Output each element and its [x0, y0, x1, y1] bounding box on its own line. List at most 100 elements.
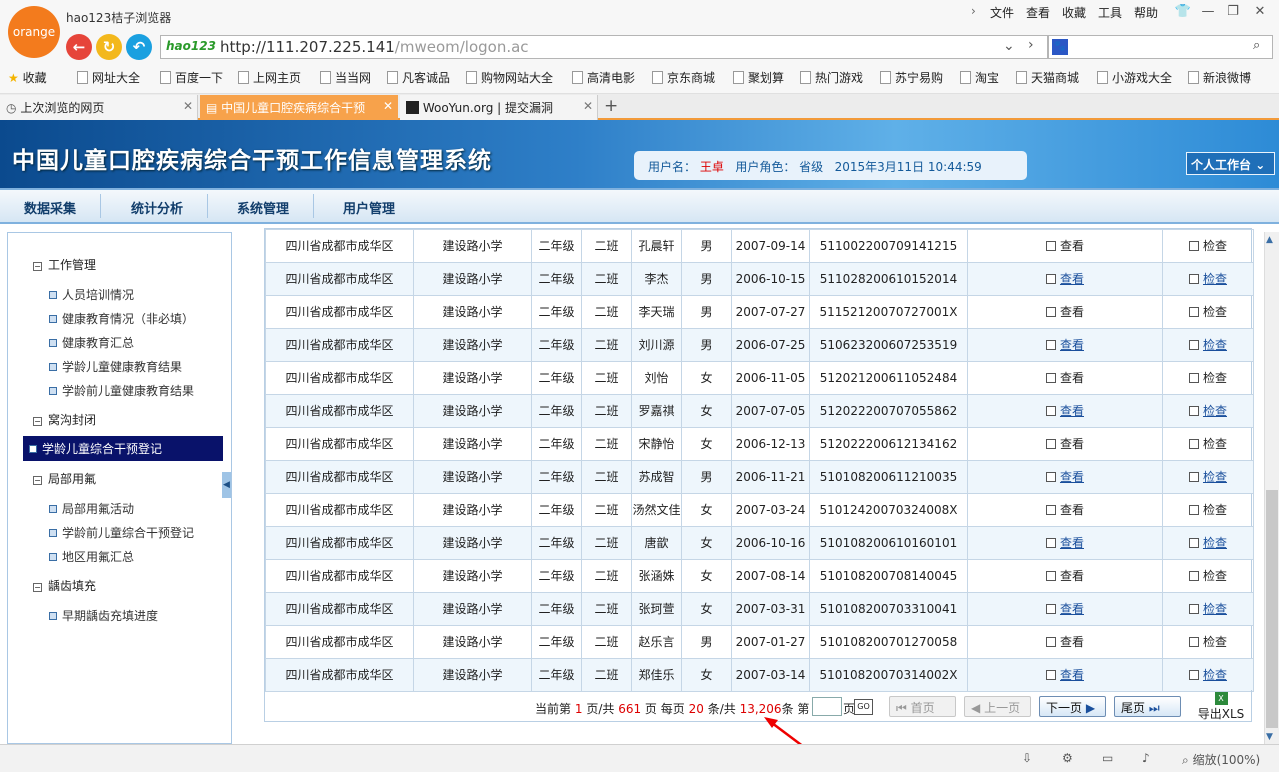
fav-item[interactable]: 网址大全 [77, 69, 140, 86]
sidebar-item[interactable]: 学龄前儿童健康教育结果 [49, 382, 194, 399]
skin-icon[interactable]: 👕 [1171, 4, 1195, 19]
refresh-icon[interactable]: ↻ [96, 34, 122, 60]
menu-arrow-icon[interactable]: › [971, 4, 976, 18]
home-icon[interactable]: ↶ [126, 34, 152, 60]
tab-close-icon[interactable]: ✕ [583, 99, 593, 113]
check-link[interactable]: 检查 [1162, 361, 1254, 395]
check-link[interactable]: 检查 [1162, 526, 1254, 560]
view-link[interactable]: 查看 [967, 625, 1163, 659]
check-link[interactable]: 检查 [1162, 559, 1254, 593]
restore-icon[interactable]: ❐ [1221, 4, 1245, 19]
view-link[interactable]: 查看 [967, 394, 1163, 428]
close-window-icon[interactable]: ✕ [1248, 4, 1272, 19]
view-link[interactable]: 查看 [967, 493, 1163, 527]
check-link[interactable]: 检查 [1162, 328, 1254, 362]
menu-view[interactable]: 查看 [1026, 4, 1050, 21]
window-icon[interactable]: ▭ [1102, 751, 1113, 765]
view-link[interactable]: 查看 [967, 229, 1163, 263]
sidebar-group-fluoride[interactable]: − 局部用氟 [33, 470, 96, 487]
check-link[interactable]: 检查 [1162, 262, 1254, 296]
sidebar-item[interactable]: 早期龋齿充填进度 [49, 607, 158, 624]
sidebar-item[interactable]: 健康教育汇总 [49, 334, 134, 351]
fav-star[interactable]: ★ 收藏 [8, 69, 47, 86]
menu-help[interactable]: 帮助 [1134, 4, 1158, 21]
sidebar-item[interactable]: 学龄儿童健康教育结果 [49, 358, 182, 375]
sidebar-collapse-handle[interactable]: ◀ [222, 472, 231, 498]
view-link[interactable]: 查看 [967, 361, 1163, 395]
back-icon[interactable]: ← [66, 34, 92, 60]
view-link[interactable]: 查看 [967, 526, 1163, 560]
sidebar-group-work[interactable]: − 工作管理 [33, 256, 96, 273]
sidebar-item[interactable]: 人员培训情况 [49, 286, 134, 303]
fav-item[interactable]: 百度一下 [160, 69, 223, 86]
nav-system-admin[interactable]: 系统管理 [213, 194, 315, 218]
tab-active[interactable]: ▤ 中国儿童口腔疾病综合干预 ✕ [200, 95, 398, 120]
nav-user-admin[interactable]: 用户管理 [319, 194, 419, 218]
sidebar-group-filling[interactable]: − 龋齿填充 [33, 577, 96, 594]
sidebar-item[interactable]: 学龄前儿童综合干预登记 [49, 524, 194, 541]
first-page-button[interactable]: ⏮ 首页 [889, 696, 956, 717]
fav-item[interactable]: 苏宁易购 [880, 69, 943, 86]
view-link[interactable]: 查看 [967, 559, 1163, 593]
fav-item[interactable]: 新浪微博 [1188, 69, 1251, 86]
check-link[interactable]: 检查 [1162, 295, 1254, 329]
fav-item[interactable]: 购物网站大全 [466, 69, 553, 86]
fav-item[interactable]: 京东商城 [652, 69, 715, 86]
view-link[interactable]: 查看 [967, 592, 1163, 626]
fav-item[interactable]: 淘宝 [960, 69, 999, 86]
fav-item[interactable]: 当当网 [320, 69, 371, 86]
menu-tools[interactable]: 工具 [1098, 4, 1122, 21]
search-box[interactable] [1048, 35, 1273, 59]
fav-item[interactable]: 热门游戏 [800, 69, 863, 86]
tab-close-icon[interactable]: ✕ [183, 99, 193, 113]
last-page-button[interactable]: 尾页 ⏭ [1114, 696, 1181, 717]
check-link[interactable]: 检查 [1162, 493, 1254, 527]
check-link[interactable]: 检查 [1162, 625, 1254, 659]
nav-data-collection[interactable]: 数据采集 [0, 194, 102, 218]
download-icon[interactable]: ⇩ [1022, 751, 1032, 765]
fav-item[interactable]: 凡客诚品 [387, 69, 450, 86]
view-link[interactable]: 查看 [967, 658, 1163, 692]
scroll-down-icon[interactable]: ▼ [1266, 732, 1273, 742]
tab-close-icon[interactable]: ✕ [383, 99, 393, 113]
sidebar-group-sealant[interactable]: − 窝沟封闭 [33, 411, 96, 428]
view-link[interactable]: 查看 [967, 328, 1163, 362]
address-url[interactable]: http://111.207.225.141/mweom/logon.ac [220, 38, 529, 56]
check-link[interactable]: 检查 [1162, 229, 1254, 263]
fav-item[interactable]: 小游戏大全 [1097, 69, 1172, 86]
fav-item[interactable]: 上网主页 [238, 69, 301, 86]
nav-statistics[interactable]: 统计分析 [107, 194, 209, 218]
prev-page-button[interactable]: ◀ 上一页 [964, 696, 1031, 717]
check-link[interactable]: 检查 [1162, 460, 1254, 494]
check-link[interactable]: 检查 [1162, 592, 1254, 626]
view-link[interactable]: 查看 [967, 460, 1163, 494]
workbench-dropdown[interactable]: 个人工作台 ⌄ [1186, 152, 1275, 175]
speaker-icon[interactable]: ♪ [1142, 751, 1150, 765]
fav-item[interactable]: 天猫商城 [1016, 69, 1079, 86]
fav-item[interactable]: 聚划算 [733, 69, 784, 86]
baidu-paw-icon[interactable]: 🐾 [1052, 39, 1068, 55]
next-page-button[interactable]: 下一页 ▶ [1039, 696, 1106, 717]
sidebar-item-active[interactable]: 学龄儿童综合干预登记 [23, 436, 223, 461]
menu-favorites[interactable]: 收藏 [1062, 4, 1086, 21]
scrollbar-thumb[interactable] [1266, 490, 1278, 728]
tab-wooyun[interactable]: WooYun.org | 提交漏洞 ✕ [400, 95, 598, 120]
tab-history[interactable]: ◷ 上次浏览的网页 ✕ [0, 95, 198, 120]
go-forward-icon[interactable]: › [1028, 37, 1034, 53]
menu-file[interactable]: 文件 [990, 4, 1014, 21]
view-link[interactable]: 查看 [967, 427, 1163, 461]
search-icon[interactable]: ⌕ [1253, 38, 1260, 53]
check-link[interactable]: 检查 [1162, 658, 1254, 692]
fav-item[interactable]: 高清电影 [572, 69, 635, 86]
go-button[interactable]: GO [854, 699, 873, 715]
export-xls-button[interactable]: X 导出XLS [1193, 692, 1249, 721]
sidebar-item[interactable]: 地区用氟汇总 [49, 548, 134, 565]
view-link[interactable]: 查看 [967, 295, 1163, 329]
view-link[interactable]: 查看 [967, 262, 1163, 296]
new-tab-button[interactable]: + [604, 96, 618, 116]
settings-gear-icon[interactable]: ⚙ [1062, 751, 1073, 765]
check-link[interactable]: 检查 [1162, 427, 1254, 461]
sidebar-item[interactable]: 局部用氟活动 [49, 500, 134, 517]
sidebar-item[interactable]: 健康教育情况（非必填） [49, 310, 194, 327]
address-dropdown-icon[interactable]: ⌄ [1003, 38, 1015, 54]
